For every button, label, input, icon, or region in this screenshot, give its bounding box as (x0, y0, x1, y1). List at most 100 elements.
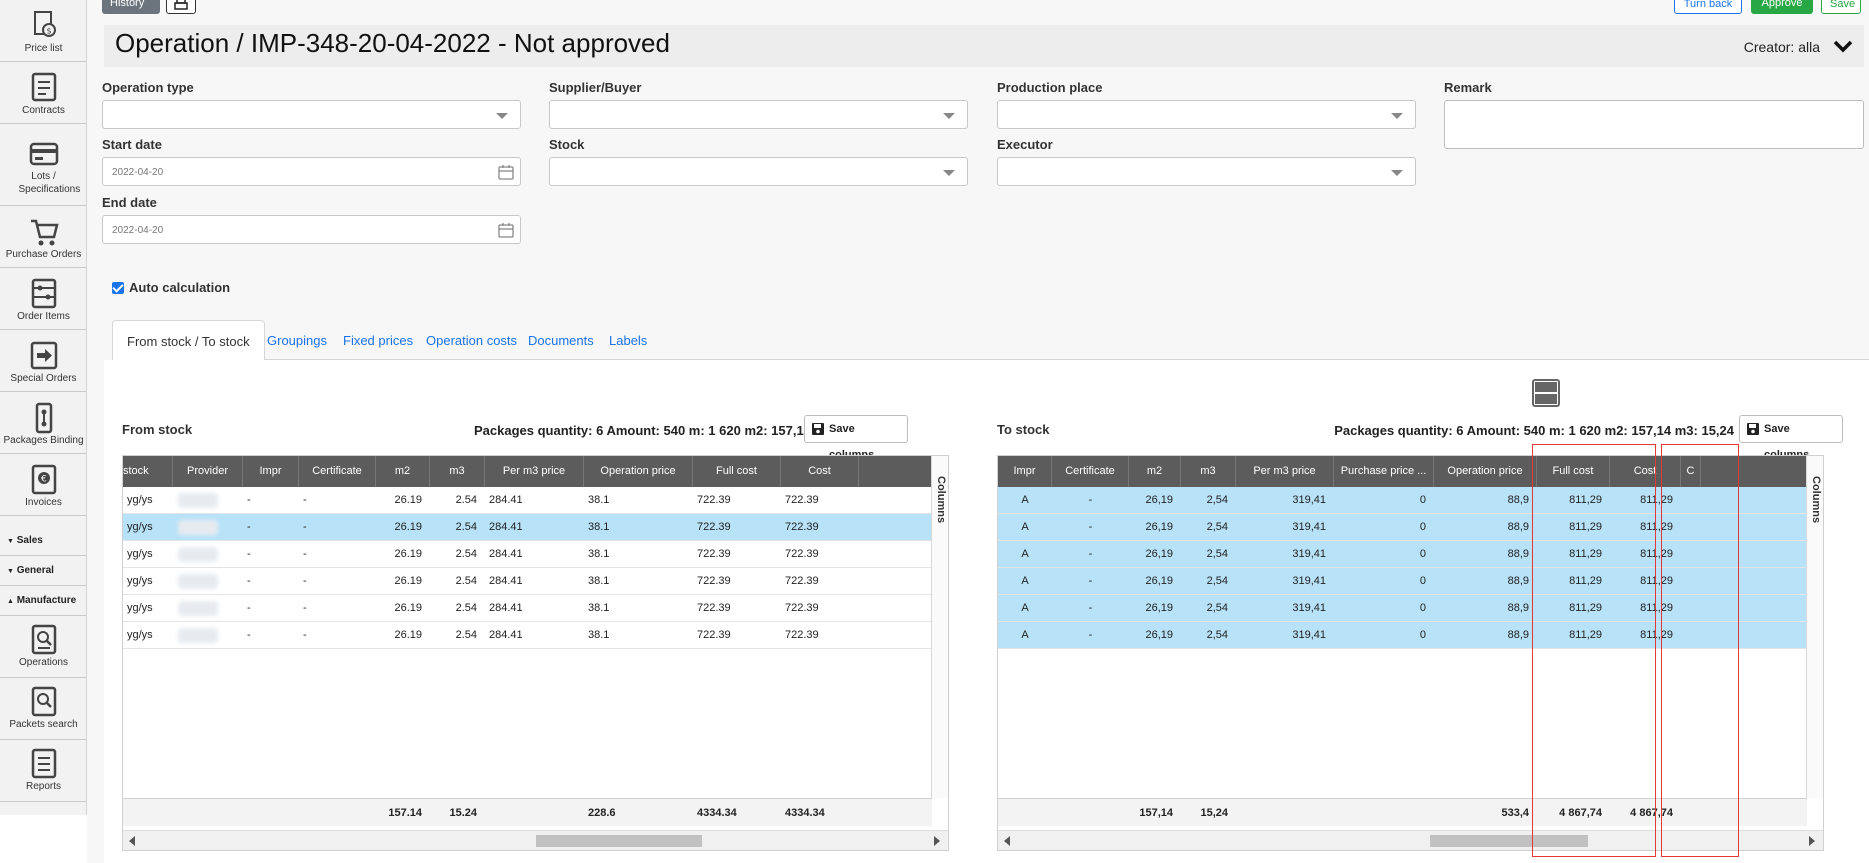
cart-icon (30, 219, 59, 246)
table-cell: 284.41 (489, 494, 523, 506)
svg-text:$: $ (46, 27, 51, 36)
column-header[interactable]: Operation price (584, 456, 693, 487)
tab-from-to-stock[interactable]: From stock / To stock (112, 320, 265, 361)
caret-down-icon (1391, 170, 1403, 176)
scroll-left-icon[interactable] (129, 836, 135, 846)
column-header[interactable]: Impr (243, 456, 299, 487)
scroll-left-icon[interactable] (1004, 836, 1010, 846)
column-header[interactable]: Per m3 price (485, 456, 584, 487)
sidebar-item-label: Packets search (9, 719, 78, 730)
main-area: History Turn back Approve Save Operation… (87, 0, 1869, 863)
sidebar-item-label: Price list (24, 43, 63, 54)
approve-button[interactable]: Approve (1751, 0, 1813, 14)
sidebar-item-lots[interactable]: Lots / Specifications (0, 124, 86, 206)
supplier-buyer-select[interactable] (549, 100, 968, 129)
horizontal-scrollbar[interactable] (123, 830, 948, 850)
tab-groupings[interactable]: Groupings (253, 320, 341, 361)
columns-toggle[interactable]: Columns (1806, 456, 1823, 798)
column-header[interactable]: Provider (173, 456, 243, 487)
total-cell: 228.6 (588, 807, 616, 819)
operation-type-select[interactable] (102, 100, 521, 129)
remark-textarea[interactable] (1444, 100, 1864, 149)
sidebar-item-reports[interactable]: Reports (0, 740, 86, 802)
scrollbar-thumb[interactable] (536, 835, 702, 847)
history-button[interactable]: History (102, 0, 160, 14)
sidebar-item-special-orders[interactable]: Special Orders (0, 330, 86, 392)
start-date-input[interactable]: 2022-04-20 (102, 157, 521, 186)
split-view-icon[interactable] (1532, 379, 1560, 407)
auto-calculation-checkbox[interactable]: Auto calculation (112, 280, 230, 295)
table-row[interactable]: yg/ys - - 26.19 2.54 284.41 38.1 722.39 722.39 (123, 568, 932, 595)
sidebar-item-label: Lots / Specifications (18, 171, 81, 195)
table-row[interactable]: yg/ys - - 26.19 2.54 284.41 38.1 722.39 722.39 (123, 514, 932, 541)
table-cell: yg/ys (127, 629, 153, 641)
table-row[interactable]: yg/ys - - 26.19 2.54 284.41 38.1 722.39 722.39 (123, 595, 932, 622)
column-header[interactable]: Certificate (299, 456, 376, 487)
column-header[interactable]: Purchase price ... (1334, 456, 1434, 487)
to-save-columns-button[interactable]: Save columns (1739, 415, 1843, 461)
table-cell: 722.39 (785, 575, 819, 587)
sidebar-item-label: Packages Binding (3, 435, 84, 446)
caret-up-icon: ▲ (7, 598, 14, 605)
column-header[interactable]: Impr (998, 456, 1052, 487)
turn-back-button[interactable]: Turn back (1674, 0, 1742, 14)
executor-select[interactable] (997, 157, 1416, 186)
operation-price-highlight-box (1532, 444, 1656, 857)
column-header[interactable]: m3 (1181, 456, 1236, 487)
table-cell: 88,9 (1507, 494, 1529, 506)
column-header[interactable]: Per m3 price (1236, 456, 1334, 487)
column-header[interactable]: m3 (430, 456, 485, 487)
table-cell: 0 (1419, 629, 1426, 641)
table-cell: 26,19 (1145, 494, 1173, 506)
chevron-down-icon[interactable] (1832, 35, 1854, 57)
table-cell: 722.39 (697, 575, 731, 587)
stock-select[interactable] (549, 157, 968, 186)
column-header[interactable]: m2 (376, 456, 430, 487)
tab-panel: From stock Packages quantity: 6 Amount: … (104, 360, 1869, 863)
column-header[interactable]: stock (123, 456, 173, 487)
print-button[interactable] (166, 0, 196, 14)
total-cell: 157,14 (1139, 807, 1173, 819)
calendar-icon[interactable] (498, 164, 514, 180)
column-header[interactable]: Certificate (1052, 456, 1129, 487)
column-header[interactable]: Operation price (1434, 456, 1537, 487)
table-cell: 88,9 (1507, 602, 1529, 614)
table-cell: A (1021, 575, 1029, 587)
columns-label: Columns (1810, 476, 1822, 524)
tab-documents[interactable]: Documents (514, 320, 608, 361)
table-cell: 0 (1419, 521, 1426, 533)
table-row[interactable]: yg/ys - - 26.19 2.54 284.41 38.1 722.39 722.39 (123, 622, 932, 649)
sidebar-group-sales[interactable]: ▼ Sales (0, 526, 86, 556)
column-header[interactable]: Full cost (693, 456, 781, 487)
sidebar-item-purchase-orders[interactable]: Purchase Orders (0, 206, 86, 268)
sidebar-item-price-list[interactable]: $ Price list (0, 0, 86, 62)
sidebar-item-packets-search[interactable]: Packets search (0, 678, 86, 740)
tab-labels[interactable]: Labels (595, 320, 661, 361)
sidebar-item-contracts[interactable]: Contracts (0, 62, 86, 124)
table-cell: 2,54 (1206, 548, 1228, 560)
table-cell: 26.19 (394, 629, 422, 641)
save-button[interactable]: Save (1821, 0, 1861, 14)
checkbox-checked-icon[interactable] (112, 282, 124, 294)
sidebar-item-order-items[interactable]: Order Items (0, 268, 86, 330)
production-place-select[interactable] (997, 100, 1416, 129)
table-cell: - (1088, 494, 1093, 506)
table-row[interactable]: yg/ys - - 26.19 2.54 284.41 38.1 722.39 722.39 (123, 541, 932, 568)
sidebar-group-general[interactable]: ▼ General (0, 556, 86, 586)
scroll-right-icon[interactable] (934, 836, 940, 846)
table-cell: 2,54 (1206, 575, 1228, 587)
end-date-input[interactable]: 2022-04-20 (102, 215, 521, 244)
columns-toggle[interactable]: Columns (931, 456, 948, 798)
scroll-right-icon[interactable] (1809, 836, 1815, 846)
table-row[interactable]: yg/ys - - 26.19 2.54 284.41 38.1 722.39 722.39 (123, 487, 932, 514)
column-header[interactable]: m2 (1129, 456, 1181, 487)
column-header[interactable]: Cost (781, 456, 859, 487)
executor-label: Executor (997, 137, 1053, 152)
calendar-icon[interactable] (498, 222, 514, 238)
sidebar-group-manufacture[interactable]: ▲ Manufacture (0, 586, 86, 616)
table-cell: - (247, 521, 251, 533)
sidebar-item-invoices[interactable]: € Invoices (0, 454, 86, 516)
from-save-columns-button[interactable]: Save columns (804, 415, 908, 461)
sidebar-item-packages-binding[interactable]: Packages Binding (0, 392, 86, 454)
sidebar-item-operations[interactable]: Operations (0, 616, 86, 678)
